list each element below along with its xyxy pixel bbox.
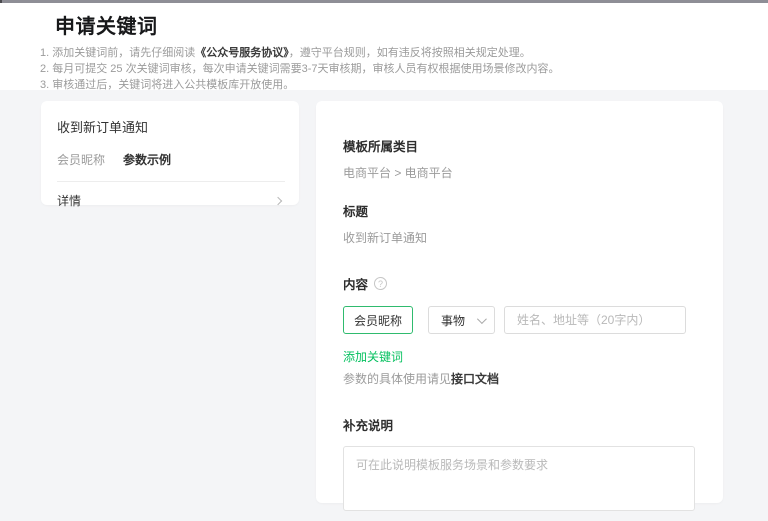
title-value: 收到新订单通知	[343, 229, 695, 246]
add-keyword-link[interactable]: 添加关键词	[343, 348, 403, 365]
rule-1-text: 1. 添加关键词前，请先仔细阅读	[40, 47, 195, 59]
category-value: 电商平台 > 电商平台	[343, 164, 695, 181]
doc-hint-text: 参数的具体使用请见	[343, 372, 451, 386]
keyword-input[interactable]	[343, 306, 413, 334]
content-area: 收到新订单通知 会员昵称 参数示例 详情 模板所属类目 电商平台 > 电商平台 …	[0, 90, 768, 521]
rule-line-2: 2. 每月可提交 25 次关键词审核，每次申请关键词需要3-7天审核期，审核人员…	[40, 61, 559, 77]
preview-title: 收到新订单通知	[57, 117, 285, 136]
keyword-inputs-row: 事物	[343, 306, 695, 334]
detail-label: 详情	[57, 192, 81, 209]
param-type-value: 事物	[441, 312, 465, 329]
content-label-text: 内容	[343, 274, 368, 293]
rules-list: 1. 添加关键词前，请先仔细阅读《公众号服务协议》，遵守平台规则，如有违反将按照…	[40, 45, 559, 93]
rule-line-1: 1. 添加关键词前，请先仔细阅读《公众号服务协议》，遵守平台规则，如有违反将按照…	[40, 45, 559, 61]
keyword-application-page: 申请关键词 1. 添加关键词前，请先仔细阅读《公众号服务协议》，遵守平台规则，如…	[0, 0, 768, 521]
param-example-value: 参数示例	[123, 151, 171, 168]
content-label: 内容 ?	[343, 274, 695, 293]
example-input[interactable]	[504, 306, 686, 334]
preview-param-row: 会员昵称 参数示例	[57, 151, 285, 168]
service-agreement-link[interactable]: 《公众号服务协议》	[195, 47, 289, 59]
category-label: 模板所属类目	[343, 136, 695, 155]
keyword-form-card: 模板所属类目 电商平台 > 电商平台 标题 收到新订单通知 内容 ? 事物 添加…	[316, 101, 723, 503]
chevron-right-icon	[274, 196, 282, 204]
title-label: 标题	[343, 201, 695, 220]
page-title: 申请关键词	[55, 10, 158, 39]
param-label: 会员昵称	[57, 151, 105, 168]
rule-1-suffix: ，遵守平台规则，如有违反将按照相关规定处理。	[289, 47, 531, 59]
help-icon[interactable]: ?	[374, 277, 387, 290]
preview-detail-row[interactable]: 详情	[57, 192, 285, 209]
param-type-select[interactable]: 事物	[428, 306, 495, 334]
template-preview-card: 收到新订单通知 会员昵称 参数示例 详情	[41, 101, 299, 205]
notes-label: 补充说明	[343, 415, 695, 434]
chevron-down-icon	[477, 314, 487, 324]
doc-hint: 参数的具体使用请见接口文档	[343, 370, 695, 387]
page-header: 申请关键词 1. 添加关键词前，请先仔细阅读《公众号服务协议》，遵守平台规则，如…	[0, 3, 768, 90]
preview-divider	[57, 181, 285, 182]
notes-textarea[interactable]	[343, 446, 695, 511]
api-doc-link[interactable]: 接口文档	[451, 372, 499, 386]
